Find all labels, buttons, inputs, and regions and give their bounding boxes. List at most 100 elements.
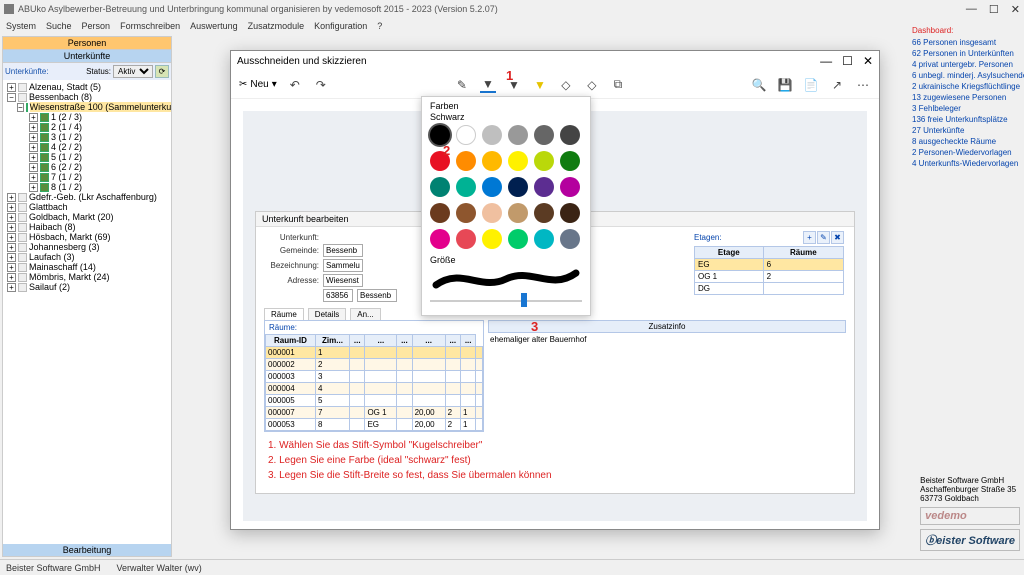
tree-item[interactable]: −Wiesenstraße 100 (Sammelunterkunft 1)..… [5,102,169,112]
room-row[interactable]: 0000022 [266,359,483,371]
tree-item[interactable]: +3 (1 / 2) [5,132,169,142]
menu-suche[interactable]: Suche [46,21,72,31]
pen1-icon[interactable]: ▼ [480,77,496,93]
room-row[interactable]: 0000033 [266,371,483,383]
share-icon[interactable]: ↗ [829,77,845,93]
dashboard-item[interactable]: 4 privat untergebr. Personen [912,59,1020,70]
room-row[interactable]: 0000538EG20,0021 [266,419,483,431]
minimize-icon[interactable]: — [966,3,977,16]
menu-form[interactable]: Formschreiben [120,21,180,31]
color-swatch[interactable] [534,229,554,249]
tree-item[interactable]: +Laufach (3) [5,252,169,262]
color-swatch[interactable] [456,203,476,223]
color-swatch[interactable] [430,203,450,223]
tree-item[interactable]: +Mainaschaff (14) [5,262,169,272]
room-row[interactable]: 0000011 [266,347,483,359]
tree-item[interactable]: −Bessenbach (8) [5,92,169,102]
tree-item[interactable]: +6 (2 / 2) [5,162,169,172]
color-swatch[interactable] [508,125,528,145]
tree-item[interactable]: +Sailauf (2) [5,282,169,292]
tree-item[interactable]: +Haibach (8) [5,222,169,232]
tree-item[interactable]: +Johannesberg (3) [5,242,169,252]
tree-item[interactable]: +5 (1 / 2) [5,152,169,162]
eraser-icon[interactable]: ◇ [558,77,574,93]
room-row[interactable]: 0000077OG 120,0021 [266,407,483,419]
color-swatch[interactable] [482,203,502,223]
tree-item[interactable]: +Alzenau, Stadt (5) [5,82,169,92]
maximize-icon[interactable]: ☐ [989,3,999,16]
menu-auswertung[interactable]: Auswertung [190,21,238,31]
close-icon[interactable]: ✕ [1011,3,1020,16]
color-swatch[interactable] [534,203,554,223]
dashboard-item[interactable]: 3 Fehlbeleger [912,103,1020,114]
input-adr[interactable] [323,274,363,287]
menu-zusatz[interactable]: Zusatzmodule [248,21,305,31]
color-swatch[interactable] [482,125,502,145]
color-swatch[interactable] [560,151,580,171]
input-gemeinde[interactable] [323,244,363,257]
tree-item[interactable]: +Glattbach [5,202,169,212]
color-swatch[interactable] [430,229,450,249]
color-swatch[interactable] [560,125,580,145]
color-swatch[interactable] [482,151,502,171]
tree-item[interactable]: +1 (2 / 3) [5,112,169,122]
menu-konfig[interactable]: Konfiguration [314,21,367,31]
dashboard-item[interactable]: 62 Personen in Unterkünften [912,48,1020,59]
snip-close-icon[interactable]: ✕ [863,54,873,68]
menu-system[interactable]: System [6,21,36,31]
tab-unterkuenfte[interactable]: Unterkünfte [3,50,171,63]
dashboard-item[interactable]: 2 Personen-Wiedervorlagen [912,147,1020,158]
tree-item[interactable]: +7 (1 / 2) [5,172,169,182]
etage-row[interactable]: DG [695,283,844,295]
status-select[interactable]: Aktiv [113,65,153,78]
input-ort[interactable] [357,289,397,302]
snip-min-icon[interactable]: — [820,54,832,68]
color-swatch[interactable] [508,229,528,249]
color-swatch[interactable] [534,151,554,171]
color-swatch[interactable] [560,229,580,249]
etage-add-icon[interactable]: + [803,231,816,244]
zoom-icon[interactable]: 🔍 [751,77,767,93]
tree-item[interactable]: +Gdefr.-Geb. (Lkr Aschaffenburg) [5,192,169,202]
color-swatch[interactable] [430,177,450,197]
touch-icon[interactable]: ✎ [454,77,470,93]
color-swatch[interactable] [508,177,528,197]
menu-person[interactable]: Person [82,21,111,31]
highlighter-icon[interactable]: ▼ [532,77,548,93]
color-swatch[interactable] [482,229,502,249]
dashboard-item[interactable]: 136 freie Unterkunftsplätze [912,114,1020,125]
tree-item[interactable]: +Mömbris, Markt (24) [5,272,169,282]
unterkunft-tree[interactable]: +Alzenau, Stadt (5)−Bessenbach (8)−Wiese… [3,80,171,544]
dashboard-item[interactable]: 8 ausgecheckte Räume [912,136,1020,147]
dashboard-item[interactable]: 4 Unterkunfts-Wiedervorlagen [912,158,1020,169]
etage-edit-icon[interactable]: ✎ [817,231,830,244]
new-button[interactable]: ✂ Neu ▾ [239,79,277,90]
color-swatch[interactable] [560,177,580,197]
crop-icon[interactable]: ⧉ [610,77,626,93]
tree-item[interactable]: +Hösbach, Markt (69) [5,232,169,242]
more-icon[interactable]: ⋯ [855,77,871,93]
color-swatch[interactable] [456,151,476,171]
tab-details[interactable]: Details [308,308,346,320]
etage-del-icon[interactable]: ✖ [831,231,844,244]
tree-item[interactable]: +4 (2 / 2) [5,142,169,152]
tree-item[interactable]: +2 (1 / 4) [5,122,169,132]
etage-row[interactable]: EG6 [695,259,844,271]
copy-icon[interactable]: 📄 [803,77,819,93]
ruler-icon[interactable]: ◇ [584,77,600,93]
etage-row[interactable]: OG 12 [695,271,844,283]
undo-icon[interactable]: ↶ [287,77,303,93]
input-plz[interactable] [323,289,353,302]
input-bez[interactable] [323,259,363,272]
save-icon[interactable]: 💾 [777,77,793,93]
footer-bearbeitung[interactable]: Bearbeitung [3,544,171,556]
tree-item[interactable]: +Goldbach, Markt (20) [5,212,169,222]
color-swatch[interactable] [456,125,476,145]
tab-an[interactable]: An... [350,308,380,320]
color-swatch[interactable] [534,125,554,145]
color-swatch[interactable] [508,151,528,171]
color-swatch[interactable] [508,203,528,223]
menu-help[interactable]: ? [377,21,382,31]
tree-item[interactable]: +8 (1 / 2) [5,182,169,192]
dashboard-item[interactable]: 66 Personen insgesamt [912,37,1020,48]
